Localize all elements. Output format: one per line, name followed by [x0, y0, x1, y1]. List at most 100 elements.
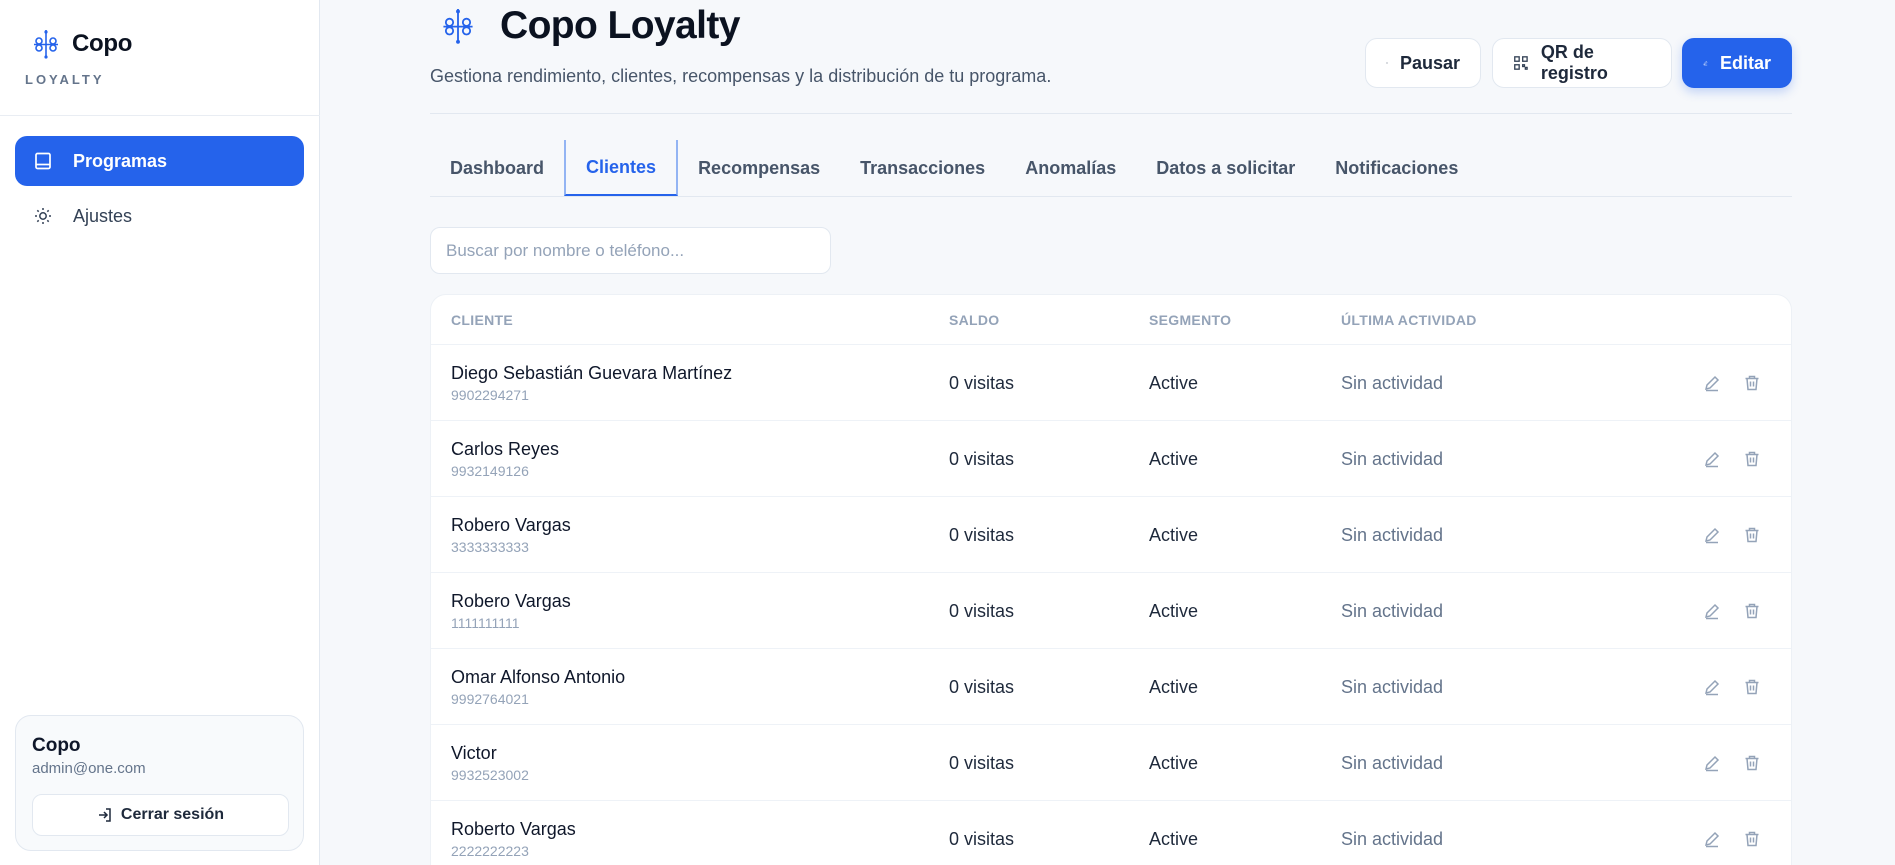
edit-row-button[interactable]	[1701, 828, 1723, 850]
table-row[interactable]: Victor 9932523002 0 visitas Active Sin a…	[431, 725, 1791, 801]
delete-row-button[interactable]	[1741, 828, 1763, 850]
client-segmento: Active	[1149, 601, 1199, 621]
pencil-icon	[1704, 755, 1720, 772]
column-header-cliente[interactable]: CLIENTE	[451, 312, 513, 328]
delete-row-button[interactable]	[1741, 752, 1763, 774]
client-segmento: Active	[1149, 449, 1199, 469]
edit-row-button[interactable]	[1701, 372, 1723, 394]
table-body: Diego Sebastián Guevara Martínez 9902294…	[431, 345, 1791, 865]
delete-row-button[interactable]	[1741, 600, 1763, 622]
search-input[interactable]	[430, 227, 831, 274]
client-name: Roberto Vargas	[451, 819, 576, 839]
edit-row-button[interactable]	[1701, 524, 1723, 546]
delete-row-button[interactable]	[1741, 524, 1763, 546]
tab-transacciones[interactable]: Transacciones	[840, 140, 1005, 196]
book-icon	[35, 152, 51, 170]
client-actividad: Sin actividad	[1341, 829, 1444, 849]
client-segmento: Active	[1149, 525, 1199, 545]
table-row[interactable]: Robero Vargas 3333333333 0 visitas Activ…	[431, 497, 1791, 573]
client-phone: 2222222223	[451, 843, 529, 859]
client-segmento: Active	[1149, 677, 1199, 697]
client-phone: 9932523002	[451, 767, 529, 783]
table-row[interactable]: Roberto Vargas 2222222223 0 visitas Acti…	[431, 801, 1791, 865]
program-logo-icon	[443, 8, 473, 44]
client-saldo: 0 visitas	[949, 449, 1015, 469]
tab-clientes[interactable]: Clientes	[564, 140, 679, 196]
qr-code-icon	[1514, 56, 1528, 70]
tab-notificaciones[interactable]: Notificaciones	[1315, 140, 1478, 196]
user-email: admin@one.com	[32, 760, 146, 777]
trash-icon	[1745, 375, 1759, 391]
page-title: Copo Loyalty	[500, 4, 740, 47]
sidebar-divider	[0, 115, 320, 116]
client-actividad: Sin actividad	[1341, 525, 1444, 545]
brand-name: Copo	[72, 30, 133, 57]
user-card: Copo admin@one.com Cerrar sesión	[15, 715, 304, 851]
edit-row-button[interactable]	[1701, 752, 1723, 774]
client-phone: 9992764021	[451, 691, 529, 707]
client-actividad: Sin actividad	[1341, 677, 1444, 697]
client-name: Diego Sebastián Guevara Martínez	[451, 363, 733, 383]
pause-button[interactable]: Pausar	[1365, 38, 1481, 88]
client-segmento: Active	[1149, 373, 1199, 393]
pencil-icon	[1704, 603, 1720, 620]
column-header-ultima-actividad[interactable]: ÚLTIMA ACTIVIDAD	[1341, 312, 1477, 328]
client-name: Robero Vargas	[451, 515, 571, 535]
pencil-icon	[1704, 375, 1720, 392]
trash-icon	[1745, 451, 1759, 467]
table-row[interactable]: Robero Vargas 1111111111 0 visitas Activ…	[431, 573, 1791, 649]
pause-icon	[1386, 62, 1388, 64]
table-row[interactable]: Diego Sebastián Guevara Martínez 9902294…	[431, 345, 1791, 421]
page-subtitle: Gestiona rendimiento, clientes, recompen…	[430, 66, 1052, 86]
client-actividad: Sin actividad	[1341, 753, 1444, 773]
pencil-icon	[1704, 679, 1720, 696]
client-saldo: 0 visitas	[949, 829, 1015, 849]
client-phone: 3333333333	[451, 539, 529, 555]
trash-icon	[1745, 603, 1759, 619]
client-actividad: Sin actividad	[1341, 601, 1444, 621]
tab-dashboard[interactable]: Dashboard	[430, 140, 564, 196]
trash-icon	[1745, 527, 1759, 543]
client-phone: 1111111111	[451, 615, 520, 631]
client-phone: 9902294271	[451, 387, 529, 403]
edit-row-button[interactable]	[1701, 600, 1723, 622]
delete-row-button[interactable]	[1741, 372, 1763, 394]
clients-table: CLIENTE SALDO SEGMENTO ÚLTIMA ACTIVIDAD …	[430, 294, 1792, 865]
table-row[interactable]: Carlos Reyes 9932149126 0 visitas Active…	[431, 421, 1791, 497]
edit-row-button[interactable]	[1701, 448, 1723, 470]
header-divider	[430, 113, 1792, 114]
brand-subtitle: LOYALTY	[25, 72, 105, 87]
delete-row-button[interactable]	[1741, 676, 1763, 698]
pencil-icon	[1704, 831, 1720, 848]
sidebar-nav: Programas Ajustes	[15, 136, 304, 246]
user-name: Copo	[32, 735, 81, 756]
edit-label: Editar	[1719, 52, 1771, 73]
brand[interactable]: Copo	[32, 28, 132, 60]
column-header-segmento[interactable]: SEGMENTO	[1149, 312, 1231, 328]
client-phone: 9932149126	[451, 463, 529, 479]
pencil-icon	[1704, 527, 1720, 544]
client-segmento: Active	[1149, 829, 1199, 849]
delete-row-button[interactable]	[1741, 448, 1763, 470]
tab-datos-a-solicitar[interactable]: Datos a solicitar	[1136, 140, 1315, 196]
client-name: Omar Alfonso Antonio	[451, 667, 626, 687]
client-saldo: 0 visitas	[949, 373, 1015, 393]
sidebar-item-ajustes[interactable]: Ajustes	[15, 191, 304, 241]
sidebar-item-label: Programas	[73, 150, 168, 171]
logout-icon	[98, 808, 111, 822]
qr-button[interactable]: QR de registro	[1492, 38, 1672, 88]
table-header: CLIENTE SALDO SEGMENTO ÚLTIMA ACTIVIDAD	[431, 295, 1791, 345]
tab-anomalias[interactable]: Anomalías	[1005, 140, 1136, 196]
client-name: Robero Vargas	[451, 591, 571, 611]
client-saldo: 0 visitas	[949, 677, 1015, 697]
client-segmento: Active	[1149, 753, 1199, 773]
edit-button[interactable]: Editar	[1682, 38, 1792, 88]
logo-icon	[34, 30, 58, 59]
tab-recompensas[interactable]: Recompensas	[678, 140, 840, 196]
client-saldo: 0 visitas	[949, 753, 1015, 773]
column-header-saldo[interactable]: SALDO	[949, 312, 1000, 328]
table-row[interactable]: Omar Alfonso Antonio 9992764021 0 visita…	[431, 649, 1791, 725]
sidebar-item-programas[interactable]: Programas	[15, 136, 304, 186]
logout-button[interactable]: Cerrar sesión	[32, 794, 289, 836]
edit-row-button[interactable]	[1701, 676, 1723, 698]
